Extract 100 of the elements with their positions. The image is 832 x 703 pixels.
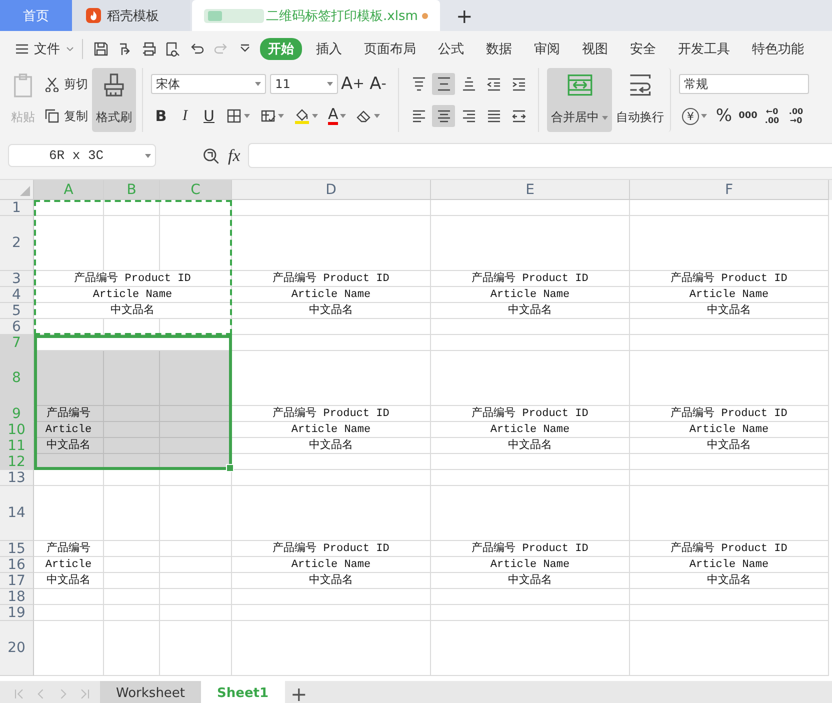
decrease-decimal-button[interactable]: .00 →0 [786, 106, 806, 126]
row-header[interactable]: 16 [0, 557, 34, 573]
merge-center-button[interactable]: 合并居中 [547, 68, 612, 132]
selected-cell [104, 406, 160, 422]
column-header[interactable]: D [232, 180, 431, 200]
row-header[interactable]: 5 [0, 303, 34, 319]
copy-button[interactable]: 复制 [44, 108, 88, 124]
table-cell [160, 621, 232, 676]
table-cell [34, 589, 104, 605]
row-header[interactable]: 20 [0, 621, 34, 676]
search-icon[interactable] [202, 146, 220, 164]
currency-button[interactable]: ¥ [679, 106, 710, 126]
template-tab[interactable]: 稻壳模板 [72, 0, 190, 31]
table-cell: 中文品名 [232, 438, 431, 454]
table-cell [34, 470, 104, 486]
align-center-button[interactable] [432, 105, 455, 127]
new-tab-button[interactable]: + [456, 0, 473, 31]
table-cell [104, 319, 160, 335]
sheet-tab[interactable]: Worksheet [100, 681, 202, 703]
ribbon-tab[interactable]: 安全 [622, 38, 664, 60]
ribbon-tab[interactable]: 插入 [308, 38, 350, 60]
add-sheet-button[interactable]: + [290, 682, 308, 703]
row-header[interactable]: 17 [0, 573, 34, 589]
ribbon-tab[interactable]: 开发工具 [670, 38, 738, 60]
selected-cell [104, 422, 160, 438]
column-header[interactable]: F [630, 180, 829, 200]
function-button[interactable]: fx [228, 146, 240, 166]
column-header[interactable]: E [431, 180, 630, 200]
ribbon-tab[interactable]: 视图 [574, 38, 616, 60]
table-cell [104, 557, 160, 573]
selected-cell [160, 438, 232, 454]
row-header[interactable]: 14 [0, 486, 34, 541]
thousands-button[interactable]: 000 [738, 106, 758, 126]
cut-button[interactable]: 剪切 [44, 76, 88, 92]
undo-icon[interactable] [189, 40, 205, 56]
table-cell: 中文品名 [431, 573, 630, 589]
table-cell: 中文品名 [34, 303, 232, 319]
table-cell: Article Name [630, 287, 829, 303]
lines-icon [486, 108, 502, 124]
table-cell [160, 573, 232, 589]
row-header[interactable]: 3 [0, 271, 34, 287]
wrap-text-button[interactable]: 自动换行 [612, 68, 671, 132]
ribbon-tab[interactable]: 公式 [430, 38, 472, 60]
font-name-dropdown[interactable]: 宋体 [151, 74, 266, 94]
paint-bucket-icon [294, 108, 310, 124]
file-menu[interactable]: 文件 [14, 40, 76, 58]
align-middle-button[interactable] [432, 73, 455, 95]
table-cell: 产品编号 Product ID [34, 271, 232, 287]
table-cell [160, 589, 232, 605]
table-cell [104, 470, 160, 486]
format-painter-button[interactable]: 格式刷 [92, 68, 136, 132]
print-icon[interactable] [141, 40, 157, 56]
formula-field[interactable] [248, 143, 832, 168]
table-cell: Article [34, 422, 104, 438]
font-color-button[interactable]: A [325, 106, 350, 126]
table-cell: Article Name [431, 287, 630, 303]
row-header[interactable]: 6 [0, 319, 34, 335]
table-cell [104, 216, 160, 271]
selected-cell [104, 438, 160, 454]
table-cell: Article Name [431, 422, 630, 438]
number-format-dropdown[interactable]: 常规 [679, 74, 809, 94]
ribbon-tab[interactable]: 审阅 [526, 38, 568, 60]
scissors-icon [44, 76, 60, 92]
italic-button[interactable]: I [175, 106, 195, 126]
increase-decimal-button[interactable]: ←0 .00 [762, 106, 782, 126]
save-icon[interactable] [93, 40, 109, 56]
table-cell [104, 621, 160, 676]
table-cell: Article Name [34, 287, 232, 303]
ribbon-tab[interactable]: 数据 [478, 38, 520, 60]
row-header[interactable]: 13 [0, 470, 34, 486]
table-cell [34, 486, 104, 541]
ribbon-tab[interactable]: 页面布局 [356, 38, 424, 60]
row-header[interactable]: 15 [0, 541, 34, 557]
underline-button[interactable]: U [199, 106, 219, 126]
ribbon-tab[interactable]: 特色功能 [744, 38, 812, 60]
table-cell: 产品编号 [34, 541, 104, 557]
percent-button[interactable]: % [714, 106, 734, 126]
lines-icon [410, 76, 426, 92]
name-box[interactable]: 6R x 3C [8, 144, 156, 167]
table-cell [34, 621, 104, 676]
table-cell: Article Name [431, 557, 630, 573]
print-preview-icon[interactable] [165, 40, 181, 56]
table-cell [34, 216, 104, 271]
row-header[interactable]: 2 [0, 216, 34, 271]
flame-logo-icon [86, 8, 101, 23]
table-cell: 中文品名 [232, 573, 431, 589]
row-header[interactable]: 4 [0, 287, 34, 303]
row-header[interactable]: 19 [0, 605, 34, 621]
font-size-dropdown[interactable]: 11 [270, 74, 338, 94]
lines-icon [486, 76, 502, 92]
blurred-region [204, 8, 264, 24]
table-cell: Article Name [232, 422, 431, 438]
table-cell: 产品编号 Product ID [431, 406, 630, 422]
fill-handle[interactable] [226, 464, 234, 472]
row-header[interactable]: 18 [0, 589, 34, 605]
row-header[interactable]: 1 [0, 200, 34, 216]
table-check-icon [260, 108, 276, 124]
bold-button[interactable]: B [151, 106, 171, 126]
table-cell: 中文品名 [431, 303, 630, 319]
selected-cell [34, 351, 104, 406]
